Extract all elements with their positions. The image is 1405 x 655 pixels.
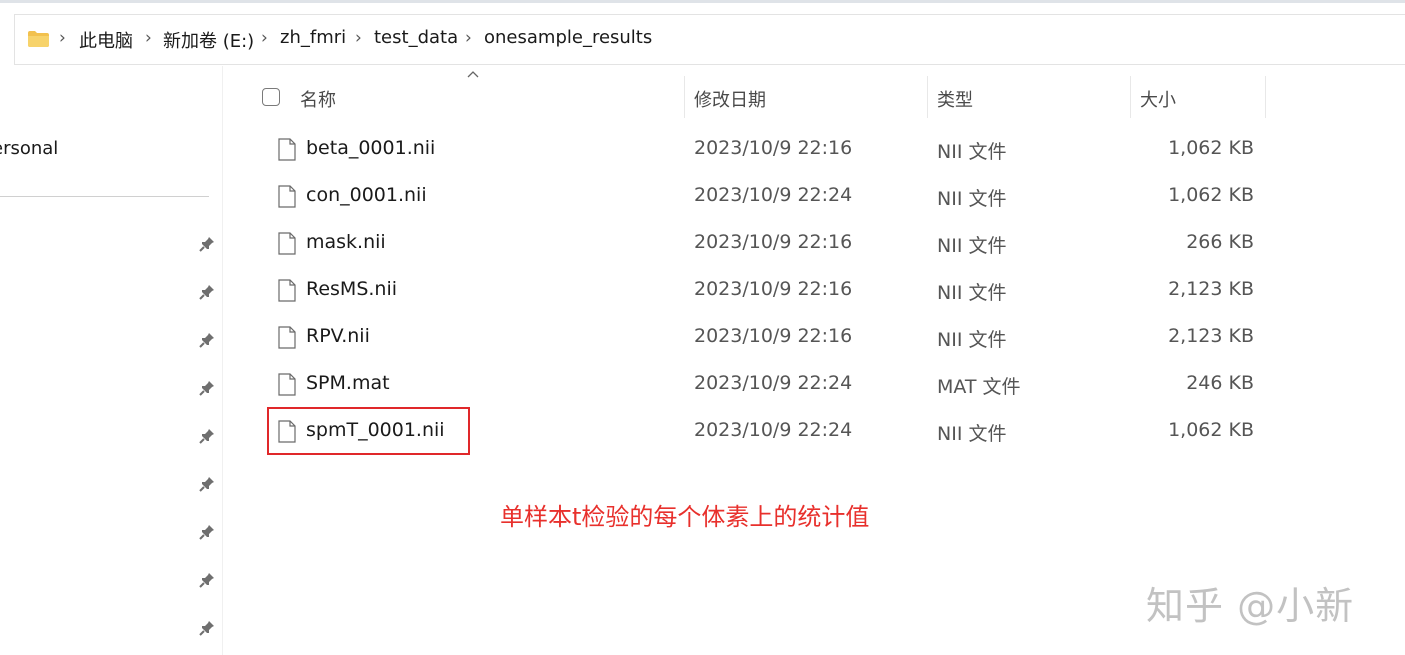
annotation-text: 单样本t检验的每个体素上的统计值 xyxy=(500,503,870,531)
file-row[interactable]: RPV.nii 2023/10/9 22:16 NII 文件 2,123 KB xyxy=(255,314,1265,361)
file-type: NII 文件 xyxy=(937,235,1007,257)
pin-icon[interactable] xyxy=(198,379,216,397)
file-size: 246 KB xyxy=(1186,372,1254,394)
file-type: NII 文件 xyxy=(937,141,1007,163)
file-icon xyxy=(278,326,296,349)
chevron-right-icon: › xyxy=(261,28,268,48)
breadcrumb-item-test-data[interactable]: test_data xyxy=(374,27,458,48)
chevron-right-icon: › xyxy=(59,28,66,48)
column-divider[interactable] xyxy=(684,76,685,118)
sort-ascending-icon xyxy=(467,71,479,78)
pin-icon[interactable] xyxy=(198,475,216,493)
file-name: mask.nii xyxy=(306,231,386,253)
file-type: MAT 文件 xyxy=(937,376,1021,398)
file-size: 1,062 KB xyxy=(1168,419,1254,441)
file-date: 2023/10/9 22:16 xyxy=(694,137,853,159)
file-name: con_0001.nii xyxy=(306,184,427,206)
file-icon xyxy=(278,138,296,161)
file-type: NII 文件 xyxy=(937,188,1007,210)
file-size: 1,062 KB xyxy=(1168,137,1254,159)
select-all-checkbox[interactable] xyxy=(262,88,280,106)
pin-icon[interactable] xyxy=(198,619,216,637)
pin-icon[interactable] xyxy=(198,331,216,349)
file-name: SPM.mat xyxy=(306,372,390,394)
pane-divider[interactable] xyxy=(222,66,223,655)
file-type: NII 文件 xyxy=(937,423,1007,445)
column-header-name[interactable]: 名称 xyxy=(300,86,336,112)
file-row[interactable]: con_0001.nii 2023/10/9 22:24 NII 文件 1,06… xyxy=(255,173,1265,220)
file-date: 2023/10/9 22:16 xyxy=(694,278,853,300)
highlight-box xyxy=(267,407,470,455)
column-divider[interactable] xyxy=(1130,76,1131,118)
file-name: ResMS.nii xyxy=(306,278,398,300)
folder-icon xyxy=(28,31,49,47)
pin-icon[interactable] xyxy=(198,571,216,589)
column-header-date[interactable]: 修改日期 xyxy=(694,86,766,112)
column-header-type[interactable]: 类型 xyxy=(937,86,973,112)
chevron-right-icon: › xyxy=(465,28,472,48)
address-bar[interactable]: › 此电脑 › 新加卷 (E:) › zh_fmri › test_data ›… xyxy=(14,14,1405,65)
column-divider[interactable] xyxy=(927,76,928,118)
file-date: 2023/10/9 22:16 xyxy=(694,231,853,253)
file-row[interactable]: mask.nii 2023/10/9 22:16 NII 文件 266 KB xyxy=(255,220,1265,267)
file-size: 1,062 KB xyxy=(1168,184,1254,206)
file-icon xyxy=(278,232,296,255)
breadcrumb-item-onesample-results[interactable]: onesample_results xyxy=(484,27,652,48)
pin-icon[interactable] xyxy=(198,283,216,301)
file-date: 2023/10/9 22:16 xyxy=(694,325,853,347)
file-row[interactable]: ResMS.nii 2023/10/9 22:16 NII 文件 2,123 K… xyxy=(255,267,1265,314)
column-header-size[interactable]: 大小 xyxy=(1140,86,1176,112)
file-row[interactable]: beta_0001.nii 2023/10/9 22:16 NII 文件 1,0… xyxy=(255,126,1265,173)
file-size: 266 KB xyxy=(1186,231,1254,253)
pin-icon[interactable] xyxy=(198,235,216,253)
breadcrumb-item-this-pc[interactable]: 此电脑 xyxy=(79,27,133,53)
file-name: beta_0001.nii xyxy=(306,137,436,159)
chevron-right-icon: › xyxy=(145,28,152,48)
file-icon xyxy=(278,185,296,208)
file-size: 2,123 KB xyxy=(1168,278,1254,300)
breadcrumb-item-drive-e[interactable]: 新加卷 (E:) xyxy=(163,27,254,53)
breadcrumb-item-zh-fmri[interactable]: zh_fmri xyxy=(280,27,346,48)
file-type: NII 文件 xyxy=(937,282,1007,304)
navigation-pane: ersonal xyxy=(0,66,222,655)
file-date: 2023/10/9 22:24 xyxy=(694,419,853,441)
window-top-border xyxy=(0,0,1405,3)
watermark: 知乎 @小新 xyxy=(1146,584,1355,628)
nav-divider xyxy=(0,196,209,197)
file-icon xyxy=(278,373,296,396)
nav-item-personal[interactable]: ersonal xyxy=(0,138,58,159)
file-date: 2023/10/9 22:24 xyxy=(694,372,853,394)
file-size: 2,123 KB xyxy=(1168,325,1254,347)
column-divider[interactable] xyxy=(1265,76,1266,118)
file-type: NII 文件 xyxy=(937,329,1007,351)
pin-icon[interactable] xyxy=(198,523,216,541)
file-name: RPV.nii xyxy=(306,325,370,347)
file-date: 2023/10/9 22:24 xyxy=(694,184,853,206)
pin-icon[interactable] xyxy=(198,427,216,445)
file-icon xyxy=(278,279,296,302)
chevron-right-icon: › xyxy=(355,28,362,48)
file-row[interactable]: SPM.mat 2023/10/9 22:24 MAT 文件 246 KB xyxy=(255,361,1265,408)
